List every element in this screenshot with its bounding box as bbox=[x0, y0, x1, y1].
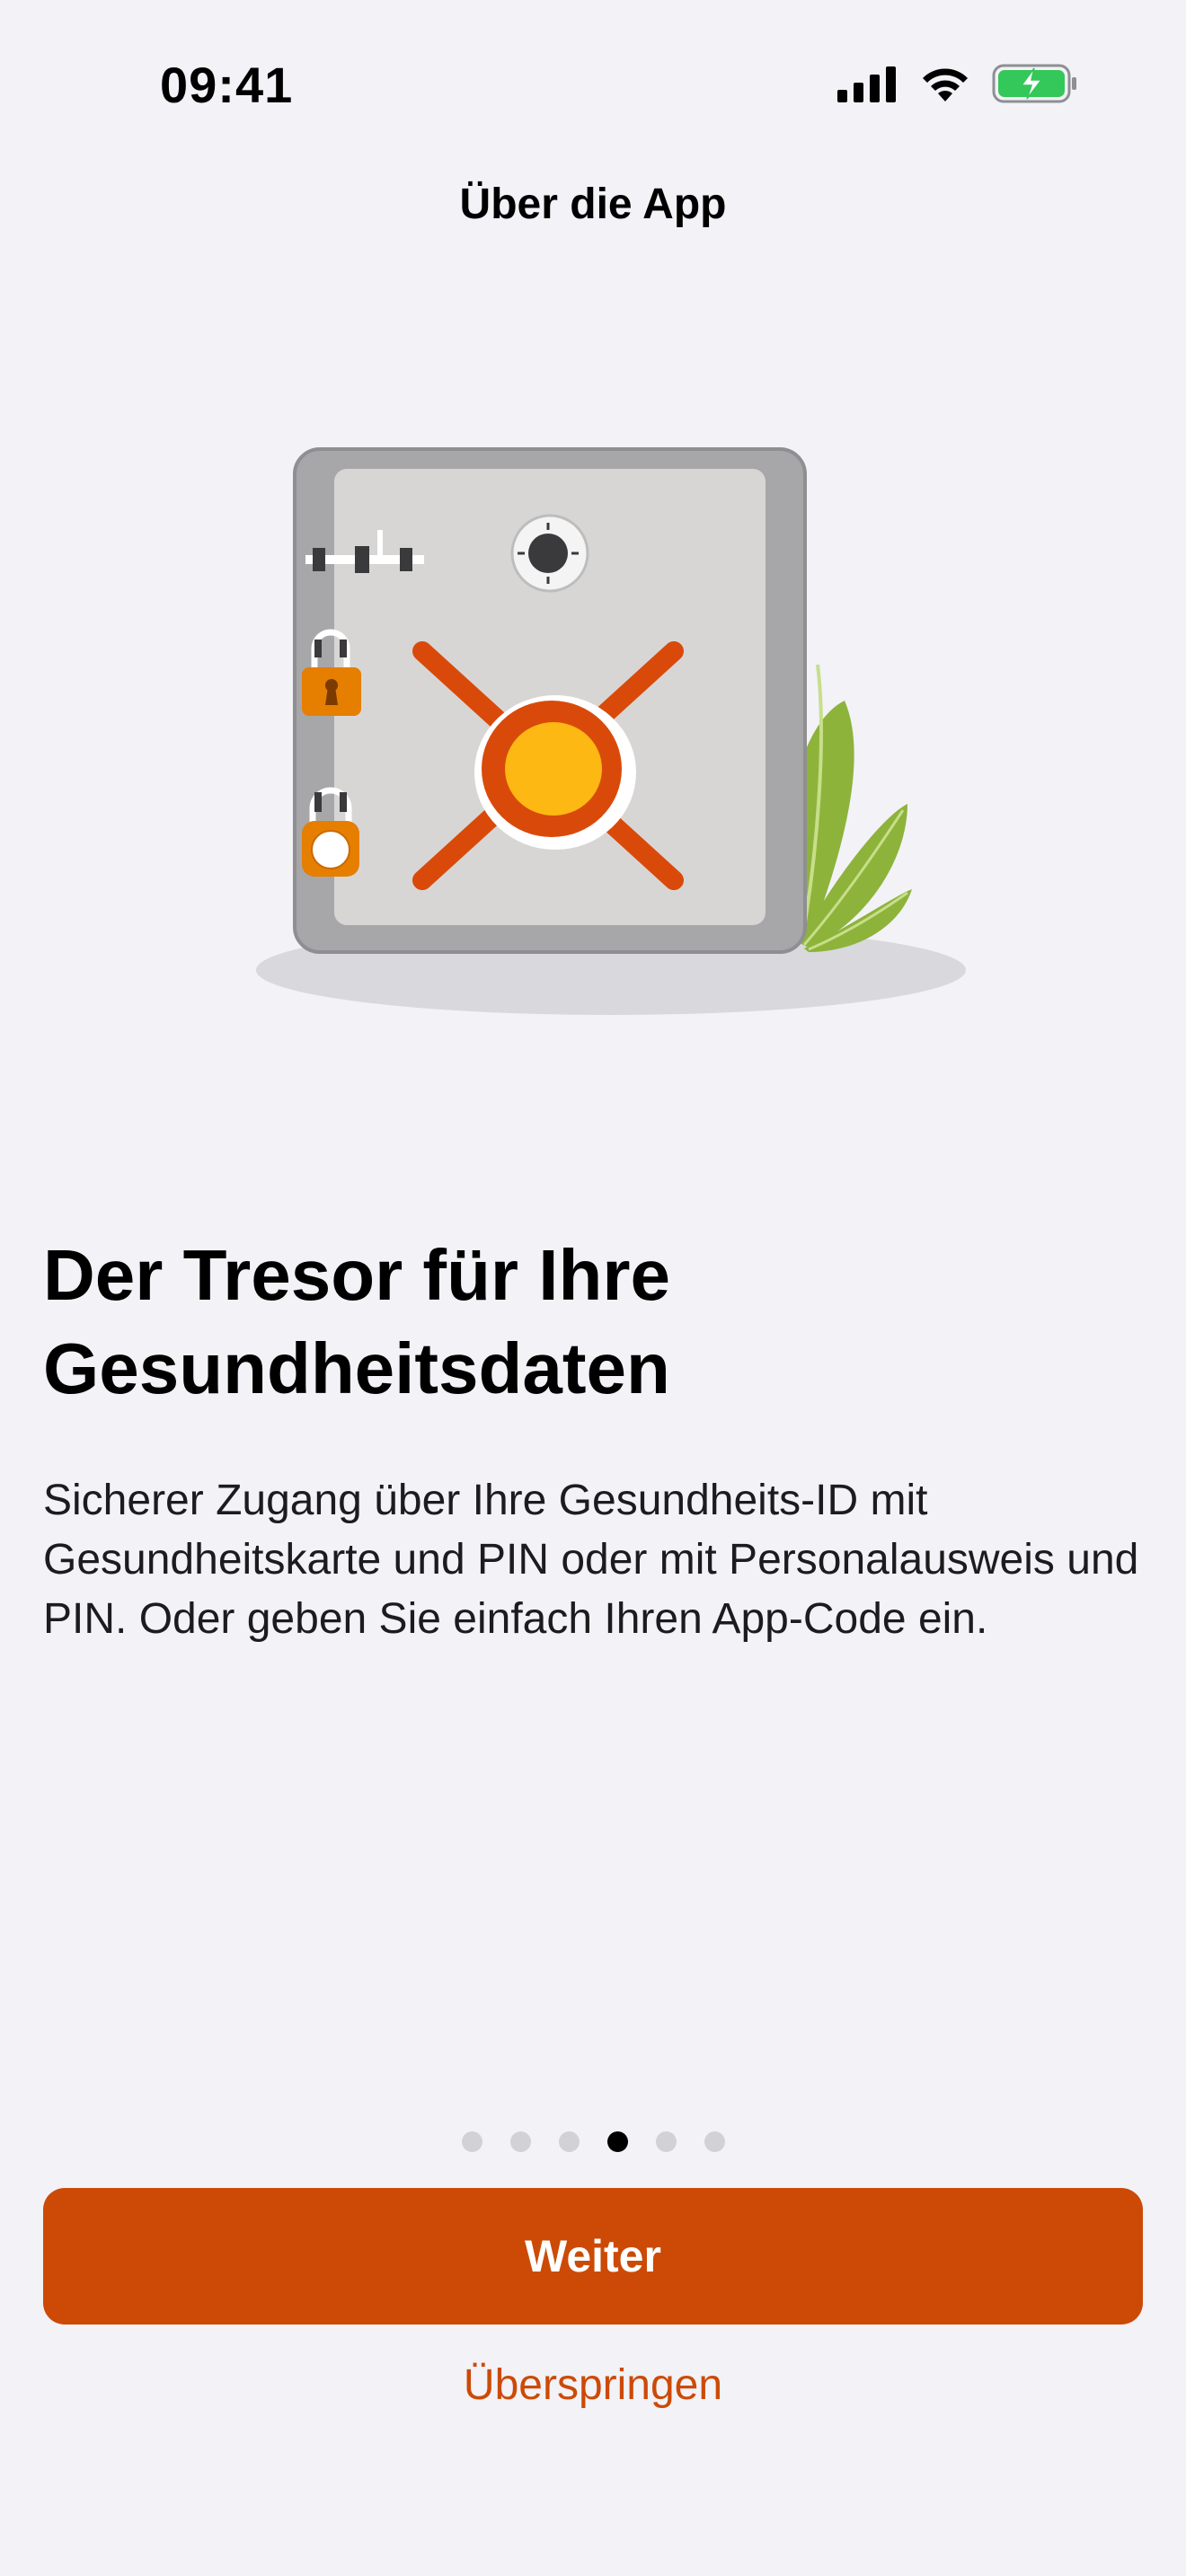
battery-charging-icon bbox=[992, 63, 1078, 109]
status-time: 09:41 bbox=[160, 57, 294, 113]
dial-icon bbox=[510, 514, 589, 593]
page-indicator[interactable] bbox=[0, 2131, 1186, 2152]
page-dot[interactable] bbox=[704, 2131, 725, 2152]
onboarding-screen: 09:41 Über die App Der Tresor für Ihre G… bbox=[0, 0, 1186, 2576]
status-icons bbox=[837, 63, 1078, 108]
page-description: Sicherer Zugang über Ihre Gesundheits-ID… bbox=[43, 1477, 1139, 1643]
signal-icon bbox=[837, 65, 898, 107]
page-dot[interactable] bbox=[558, 2131, 580, 2152]
status-bar: 09:41 bbox=[0, 0, 1186, 171]
next-button[interactable]: Weiter bbox=[43, 2188, 1143, 2325]
nav-title: Über die App bbox=[459, 181, 727, 228]
wifi-icon bbox=[918, 64, 972, 108]
skip-button[interactable]: Überspringen bbox=[0, 2360, 1186, 2410]
page-dot-active[interactable] bbox=[606, 2131, 628, 2152]
page-dot[interactable] bbox=[655, 2131, 677, 2152]
page-dot[interactable] bbox=[509, 2131, 531, 2152]
safe-illustration bbox=[252, 440, 970, 1033]
page-dot[interactable] bbox=[461, 2131, 482, 2152]
page-heading: Der Tresor für Ihre Gesundheitsdaten bbox=[43, 1235, 671, 1408]
